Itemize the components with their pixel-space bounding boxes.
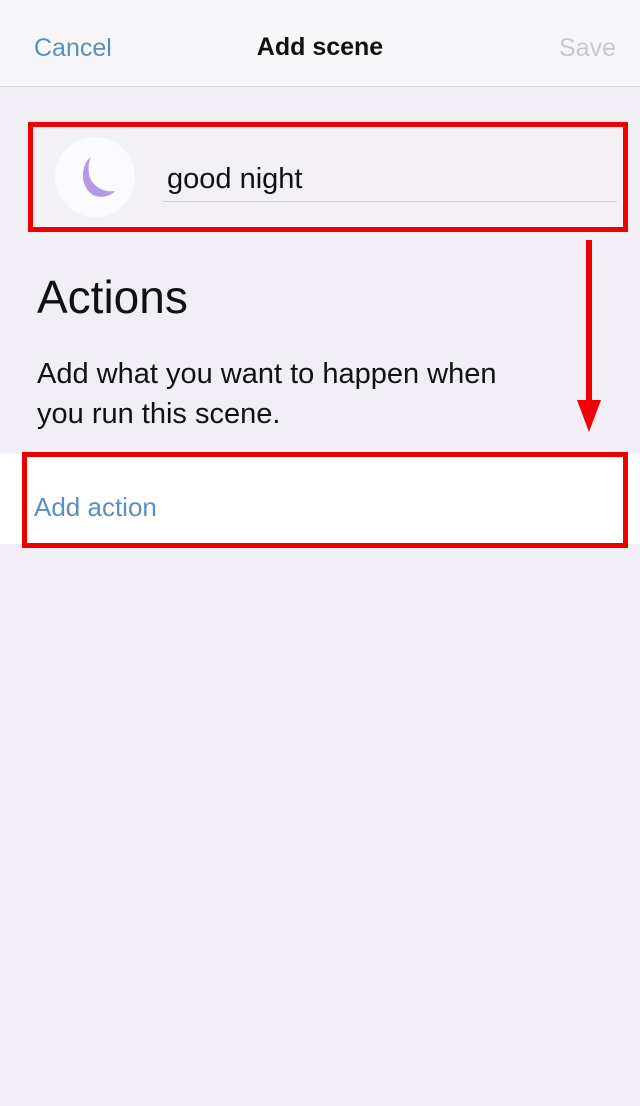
actions-description-line-1: Add what you want to happen when bbox=[37, 358, 497, 390]
actions-description: Add what you want to happen when you run… bbox=[37, 354, 585, 434]
actions-description-line-2: you run this scene. bbox=[37, 398, 281, 430]
actions-heading: Actions bbox=[37, 271, 188, 323]
scene-icon-button[interactable] bbox=[55, 137, 135, 217]
navigation-bar: Cancel Add scene Save bbox=[0, 0, 640, 87]
moon-icon bbox=[82, 157, 115, 197]
page-title: Add scene bbox=[256, 33, 384, 61]
save-button[interactable]: Save bbox=[559, 34, 616, 63]
scene-name-input[interactable] bbox=[163, 157, 617, 202]
scene-name-card bbox=[28, 122, 628, 232]
add-action-highlight bbox=[22, 452, 628, 548]
